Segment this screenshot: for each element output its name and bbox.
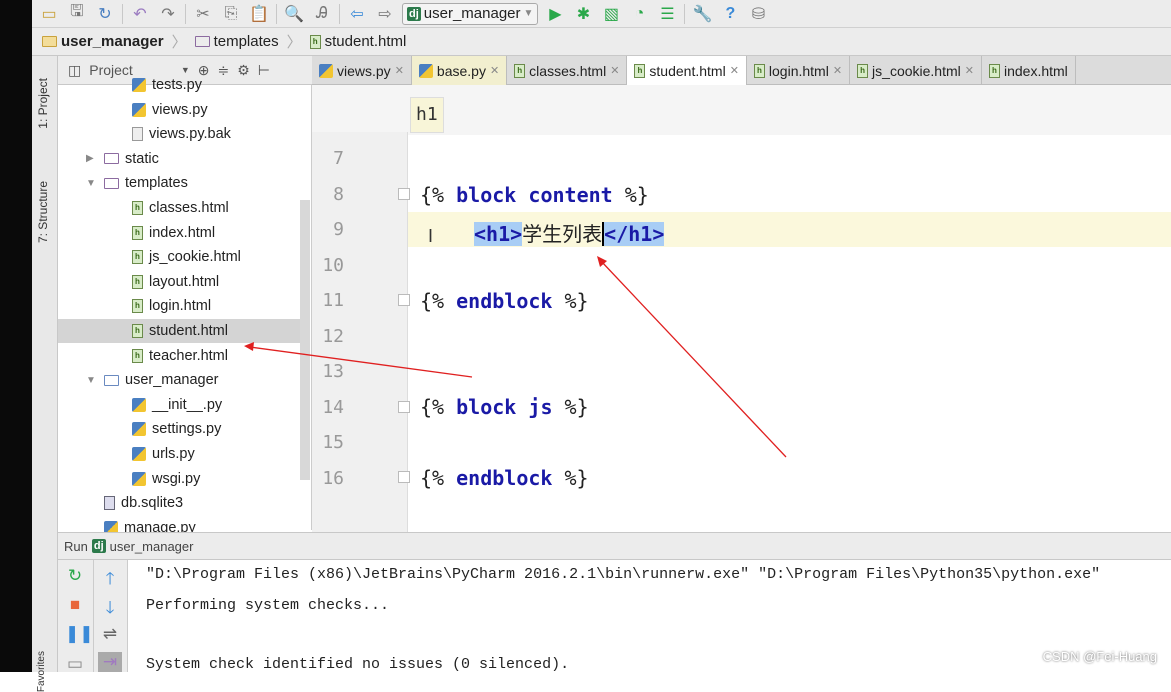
annotation-arrows — [244, 256, 787, 458]
annotation-arrow-tree — [249, 346, 473, 378]
arrowhead-icon — [244, 342, 254, 351]
annotation-arrow-code — [600, 260, 787, 458]
watermark: CSDN @Fei-Huang — [1042, 649, 1157, 664]
